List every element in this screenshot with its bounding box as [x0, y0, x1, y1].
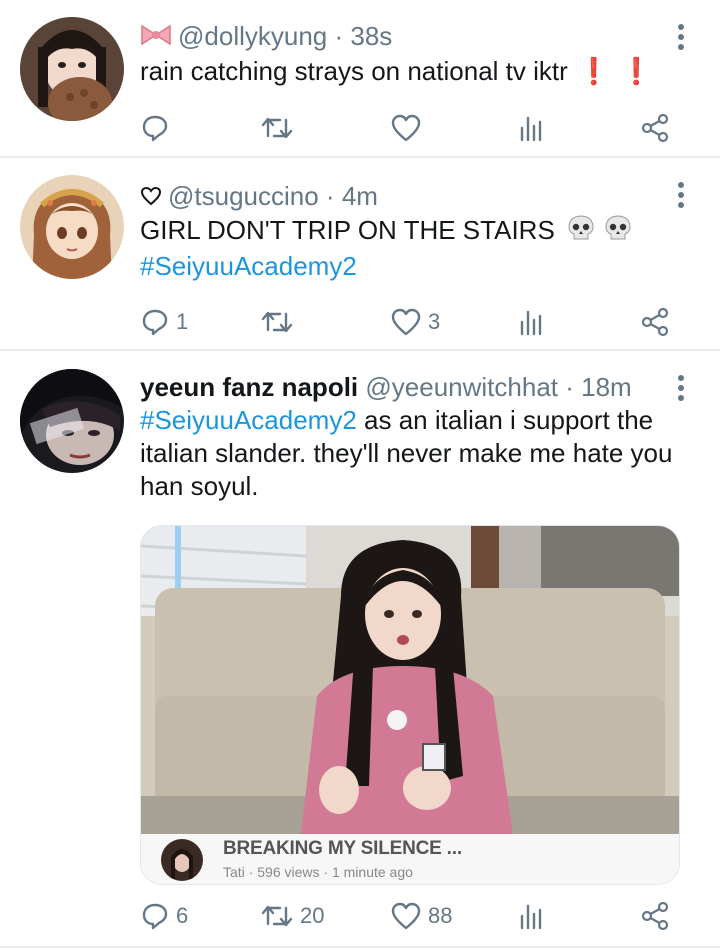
display-name[interactable]: yeeun fanz napoli	[140, 372, 358, 402]
like-count: 3	[428, 309, 441, 334]
timestamp[interactable]: 4m	[342, 181, 378, 211]
analytics-icon	[520, 310, 542, 336]
analytics-button[interactable]	[518, 302, 546, 342]
timestamp[interactable]: 38s	[350, 21, 392, 51]
user-handle[interactable]: @dollykyung	[178, 21, 327, 51]
tweet-body: GIRL DON'T TRIP ON THE STAIRS	[140, 215, 555, 245]
view-count: 596 views	[257, 864, 320, 880]
tweet[interactable]: yeeun fanz napoli @yeeunwitchhat · 18m #…	[0, 351, 720, 948]
tweet-text: rain catching strays on national tv iktr…	[140, 55, 685, 88]
channel-name[interactable]: Tati	[223, 864, 245, 880]
reply-button[interactable]: 6	[140, 896, 188, 936]
tweet[interactable]: @dollykyung · 38s rain catching strays o…	[0, 0, 720, 158]
reply-button[interactable]	[140, 108, 176, 148]
separator: ·	[327, 21, 351, 51]
analytics-button[interactable]	[518, 896, 546, 936]
user-handle[interactable]: @tsuguccino	[168, 181, 319, 211]
like-button[interactable]	[390, 108, 428, 148]
tweet-text: #SeiyuuAcademy2 as an italian i support …	[140, 404, 685, 503]
share-icon	[641, 113, 669, 143]
separator: ·	[318, 181, 342, 211]
upload-time: 1 minute ago	[331, 864, 413, 880]
skull-icon	[566, 214, 596, 250]
reply-count: 1	[176, 309, 189, 334]
tweet-actions: 6 20 88	[140, 896, 680, 936]
avatar[interactable]	[20, 175, 124, 279]
bow-icon	[140, 22, 172, 54]
video-meta: Tati · 596 views · 1 minute ago	[223, 864, 413, 880]
reply-icon	[142, 115, 168, 142]
avatar[interactable]	[20, 369, 124, 473]
separator: ·	[319, 864, 332, 880]
analytics-icon	[520, 116, 542, 142]
skull-icon	[603, 214, 633, 250]
channel-avatar[interactable]	[161, 839, 203, 881]
retweet-button[interactable]: 20	[260, 896, 324, 936]
video-thumbnail[interactable]	[141, 526, 679, 834]
retweet-count: 20	[300, 903, 325, 928]
more-options-icon[interactable]	[678, 24, 684, 54]
retweet-button[interactable]	[260, 108, 300, 148]
analytics-icon	[520, 904, 542, 930]
heart-icon	[391, 902, 421, 930]
share-button[interactable]	[640, 302, 670, 342]
tweet-header: yeeun fanz napoli @yeeunwitchhat · 18m	[140, 371, 632, 403]
heart-icon	[391, 308, 421, 336]
avatar[interactable]	[20, 17, 124, 121]
separator: ·	[244, 864, 258, 880]
share-button[interactable]	[640, 108, 670, 148]
tweet-header: @dollykyung · 38s	[140, 20, 392, 54]
like-button[interactable]: 88	[390, 896, 452, 936]
tweet-header: @tsuguccino · 4m	[140, 180, 378, 214]
heart-icon	[391, 114, 421, 142]
analytics-button[interactable]	[518, 108, 546, 148]
retweet-icon	[261, 117, 293, 139]
hashtag-link[interactable]: #SeiyuuAcademy2	[140, 251, 357, 281]
heart-outline-icon	[140, 182, 162, 214]
reply-icon	[142, 903, 168, 930]
hashtag-link[interactable]: #SeiyuuAcademy2	[140, 405, 357, 435]
separator: ·	[558, 372, 582, 402]
video-info-bar: BREAKING MY SILENCE ... Tati · 596 views…	[141, 834, 679, 884]
reply-count: 6	[176, 903, 189, 928]
like-count: 88	[428, 903, 453, 928]
tweet-body: rain catching strays on national tv iktr	[140, 56, 568, 86]
like-button[interactable]: 3	[390, 302, 440, 342]
user-handle[interactable]: @yeeunwitchhat	[365, 372, 558, 402]
timestamp[interactable]: 18m	[581, 372, 632, 402]
more-options-icon[interactable]	[678, 182, 684, 212]
more-options-icon[interactable]	[678, 375, 684, 405]
tweet[interactable]: @tsuguccino · 4m GIRL DON'T TRIP ON THE …	[0, 158, 720, 351]
reply-button[interactable]: 1	[140, 302, 188, 342]
retweet-icon	[261, 905, 293, 927]
exclamation-icon: ❗	[577, 56, 611, 86]
reply-icon	[142, 309, 168, 336]
video-card[interactable]: BREAKING MY SILENCE ... Tati · 596 views…	[140, 525, 680, 885]
video-title[interactable]: BREAKING MY SILENCE ...	[223, 838, 462, 860]
tweet-actions	[140, 108, 680, 148]
exclamation-icon: ❗	[620, 56, 653, 86]
share-button[interactable]	[640, 896, 670, 936]
tweet-actions: 1 3	[140, 302, 680, 342]
tweet-text: GIRL DON'T TRIP ON THE STAIRS #SeiyuuAca…	[140, 214, 685, 283]
share-icon	[641, 901, 669, 931]
share-icon	[641, 307, 669, 337]
retweet-icon	[261, 311, 293, 333]
retweet-button[interactable]	[260, 302, 300, 342]
